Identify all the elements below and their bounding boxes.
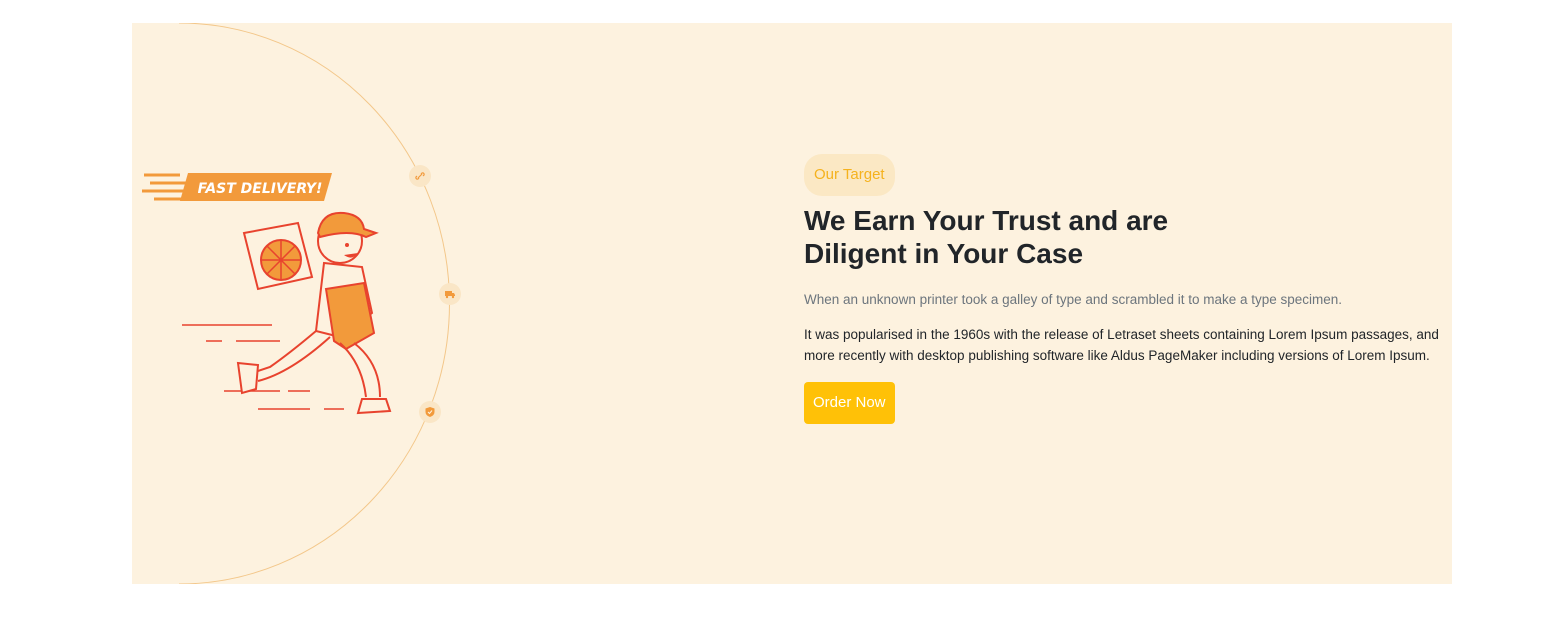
section-heading: We Earn Your Trust and are Diligent in Y… <box>804 205 1169 269</box>
pizza-box <box>242 221 314 291</box>
content-column: Our Target We Earn Your Trust and are Di… <box>804 154 1444 424</box>
delivery-illustration: FAST DELIVERY! <box>142 173 392 415</box>
about-section: FAST DELIVERY! Our Target We Earn Your T… <box>132 23 1452 584</box>
body-paragraph: It was popularised in the 1960s with the… <box>804 327 1439 363</box>
banner-text: FAST DELIVERY! <box>198 181 323 197</box>
order-now-button[interactable]: Order Now <box>804 382 895 424</box>
shield-icon <box>419 401 441 423</box>
link-icon <box>409 165 431 187</box>
courier-head <box>316 211 379 264</box>
section-tag: Our Target <box>804 154 895 196</box>
fast-delivery-banner: FAST DELIVERY! <box>142 173 332 201</box>
speed-lines <box>182 324 344 410</box>
truck-icon <box>439 283 461 305</box>
lead-paragraph: When an unknown printer took a galley of… <box>804 292 1343 307</box>
